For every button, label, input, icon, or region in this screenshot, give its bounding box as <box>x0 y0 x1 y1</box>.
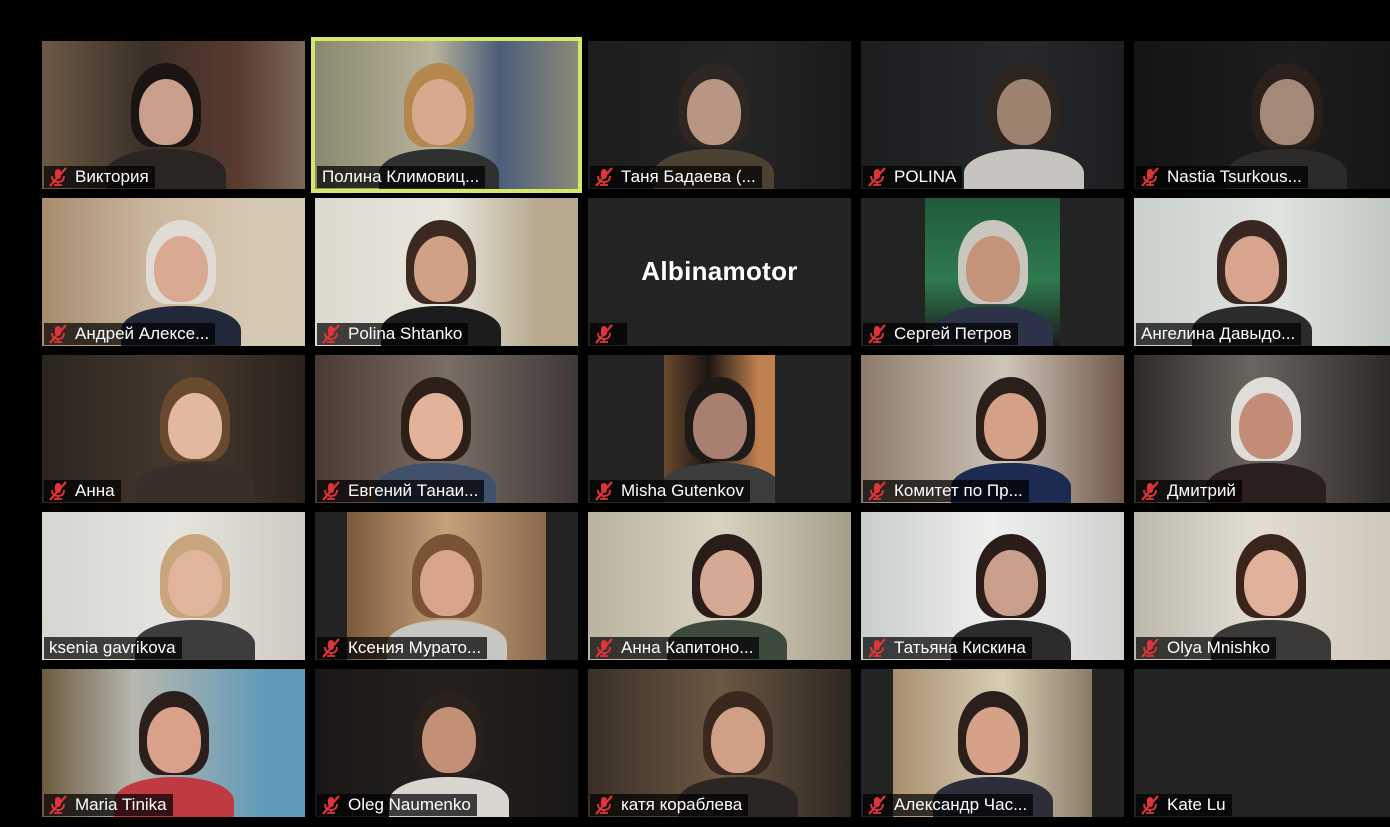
participant-tile[interactable]: Olya Mnishko <box>1134 512 1390 660</box>
participant-name-tag: катя кораблева <box>590 794 749 816</box>
participant-name: Полина Климовиц... <box>322 167 480 186</box>
muted-microphone-icon <box>593 481 615 501</box>
participant-name: Ксения Мурато... <box>348 638 482 657</box>
participant-name-tag: Ангелина Давыдо... <box>1136 323 1302 345</box>
participant-tile[interactable]: Ангелина Давыдо... <box>1134 198 1390 346</box>
participant-tile[interactable]: Анна <box>42 355 305 503</box>
gallery-grid: Виктория Полина Климовиц... Таня Бадаева (… <box>42 37 1390 817</box>
participant-tile[interactable]: Анна Капитоно... <box>588 512 851 660</box>
muted-microphone-icon <box>47 167 69 187</box>
participant-name: Kate Lu <box>1167 795 1226 814</box>
muted-microphone-icon <box>593 324 615 344</box>
participant-name: ksenia gavrikova <box>49 638 176 657</box>
participant-tile[interactable]: Полина Климовиц... <box>311 37 582 193</box>
participant-name: Комитет по Пр... <box>894 481 1023 500</box>
participant-name-tag: Сергей Петров <box>863 323 1018 345</box>
muted-microphone-icon <box>1139 795 1161 815</box>
participant-name-tag: Ксения Мурато... <box>317 637 488 659</box>
participant-name: Виктория <box>75 167 149 186</box>
participant-name: Андрей Алексе... <box>75 324 210 343</box>
participant-name: Maria Tinika <box>75 795 167 814</box>
muted-microphone-icon <box>866 481 888 501</box>
participant-display-name: Albinamotor <box>641 256 798 286</box>
participant-tile[interactable]: Nastia Tsurkous... <box>1134 41 1390 189</box>
participant-name-tag: Polina Shtanko <box>317 323 469 345</box>
participant-tile[interactable]: Polina Shtanko <box>315 198 578 346</box>
participant-name: Евгений Танаи... <box>348 481 479 500</box>
participant-name: Дмитрий <box>1167 481 1236 500</box>
muted-microphone-icon <box>866 795 888 815</box>
muted-microphone-icon <box>47 795 69 815</box>
participant-name: Olya Mnishko <box>1167 638 1270 657</box>
participant-tile[interactable]: Сергей Петров <box>861 198 1124 346</box>
participant-name: POLINA <box>894 167 957 186</box>
muted-microphone-icon <box>320 795 342 815</box>
participant-tile[interactable]: Татьяна Кискина <box>861 512 1124 660</box>
muted-microphone-icon <box>866 324 888 344</box>
muted-microphone-icon <box>320 324 342 344</box>
participant-name: Сергей Петров <box>894 324 1012 343</box>
participant-name: Misha Gutenkov <box>621 481 744 500</box>
participant-tile[interactable]: ksenia gavrikova <box>42 512 305 660</box>
participant-name-tag: POLINA <box>863 166 963 188</box>
muted-microphone-icon <box>320 481 342 501</box>
participant-name-tag: Евгений Танаи... <box>317 480 485 502</box>
participant-tile[interactable]: Ксения Мурато... <box>315 512 578 660</box>
participant-name-tag: Таня Бадаева (... <box>590 166 762 188</box>
participant-name-tag: Анна Капитоно... <box>590 637 760 659</box>
muted-microphone-icon <box>593 638 615 658</box>
participant-name-tag: Комитет по Пр... <box>863 480 1029 502</box>
participant-name-tag: Kate Lu <box>1136 794 1232 816</box>
muted-microphone-icon <box>47 324 69 344</box>
muted-microphone-icon <box>47 481 69 501</box>
participant-name-tag: Oleg Naumenko <box>317 794 477 816</box>
muted-microphone-icon <box>1139 638 1161 658</box>
participant-tile[interactable]: Таня Бадаева (... <box>588 41 851 189</box>
participant-tile[interactable]: POLINA <box>861 41 1124 189</box>
participant-tile[interactable]: Виктория <box>42 41 305 189</box>
participant-name: катя кораблева <box>621 795 743 814</box>
participant-name: Анна <box>75 481 115 500</box>
participant-name-tag: Татьяна Кискина <box>863 637 1032 659</box>
participant-name: Татьяна Кискина <box>894 638 1026 657</box>
participant-name-tag: Maria Tinika <box>44 794 173 816</box>
participant-tile[interactable]: Александр Час... <box>861 669 1124 817</box>
participant-name-tag: Misha Gutenkov <box>590 480 750 502</box>
muted-microphone-icon <box>593 167 615 187</box>
participant-tile[interactable]: Misha Gutenkov <box>588 355 851 503</box>
participant-name-tag: Полина Климовиц... <box>317 166 486 188</box>
participant-tile[interactable]: Oleg Naumenko <box>315 669 578 817</box>
participant-name: Oleg Naumenko <box>348 795 471 814</box>
participant-tile[interactable]: Андрей Алексе... <box>42 198 305 346</box>
participant-tile[interactable]: Kate Lu <box>1134 669 1390 817</box>
participant-name: Ангелина Давыдо... <box>1141 324 1296 343</box>
muted-microphone-icon <box>866 167 888 187</box>
participant-name-tag <box>590 323 627 345</box>
participant-name: Nastia Tsurkous... <box>1167 167 1302 186</box>
participant-name-tag: Анна <box>44 480 121 502</box>
participant-name-tag: ksenia gavrikova <box>44 637 182 659</box>
participant-name-tag: Olya Mnishko <box>1136 637 1276 659</box>
participant-name: Анна Капитоно... <box>621 638 754 657</box>
muted-microphone-icon <box>1139 167 1161 187</box>
participant-tile[interactable]: катя кораблева <box>588 669 851 817</box>
participant-name-tag: Виктория <box>44 166 155 188</box>
participant-tile[interactable]: Maria Tinika <box>42 669 305 817</box>
participant-name-tag: Александр Час... <box>863 794 1034 816</box>
muted-microphone-icon <box>320 638 342 658</box>
participant-name-tag: Андрей Алексе... <box>44 323 216 345</box>
participant-name: Polina Shtanko <box>348 324 463 343</box>
participant-name: Таня Бадаева (... <box>621 167 756 186</box>
participant-tile[interactable]: Евгений Танаи... <box>315 355 578 503</box>
muted-microphone-icon <box>593 795 615 815</box>
participant-tile[interactable]: Комитет по Пр... <box>861 355 1124 503</box>
participant-name: Александр Час... <box>894 795 1028 814</box>
muted-microphone-icon <box>866 638 888 658</box>
participant-name-tag: Дмитрий <box>1136 480 1242 502</box>
participant-tile[interactable]: Albinamotor <box>588 198 851 346</box>
participant-name-tag: Nastia Tsurkous... <box>1136 166 1308 188</box>
participant-tile[interactable]: Дмитрий <box>1134 355 1390 503</box>
muted-microphone-icon <box>1139 481 1161 501</box>
